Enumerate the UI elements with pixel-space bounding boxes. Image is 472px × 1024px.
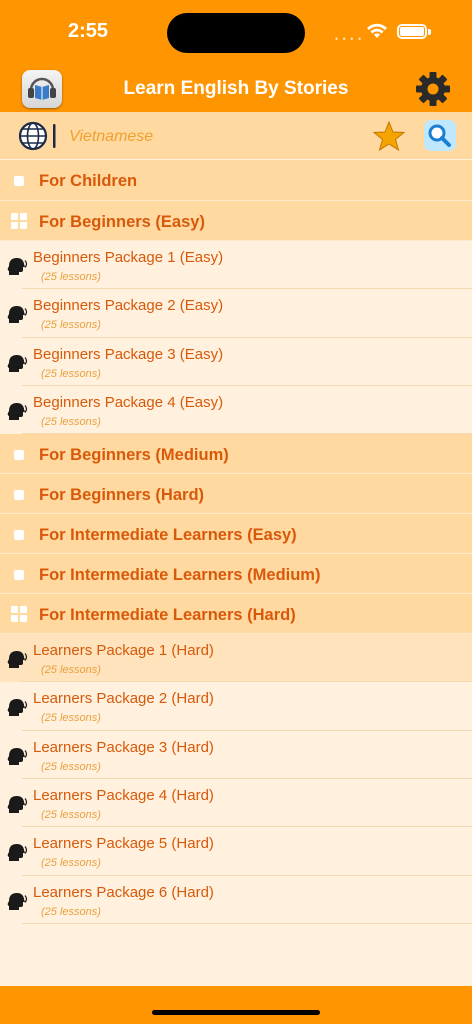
section-title: For Intermediate Learners (Hard) xyxy=(39,606,296,625)
collapsed-square-icon xyxy=(14,450,24,461)
section-header[interactable]: For Beginners (Easy) xyxy=(0,201,472,241)
collapsed-square-icon xyxy=(14,490,24,501)
lesson-count: (25 lessons) xyxy=(41,271,101,283)
head-speaking-icon xyxy=(6,353,28,378)
head-speaking-icon xyxy=(6,842,28,867)
lesson-count: (25 lessons) xyxy=(41,857,101,870)
lesson-count: (25 lessons) xyxy=(41,367,101,380)
lesson-count: (25 lessons) xyxy=(41,760,101,773)
list-item[interactable]: Learners Package 6 (Hard) (25 lessons) xyxy=(0,875,472,925)
expanded-grid-icon xyxy=(11,213,27,229)
search-button[interactable] xyxy=(424,120,456,151)
head-speaking-icon xyxy=(6,697,28,722)
section-header[interactable]: For Intermediate Learners (Hard) xyxy=(0,594,472,635)
lesson-count: (25 lessons) xyxy=(41,712,101,725)
language-selector[interactable]: Vietnamese xyxy=(69,128,153,146)
head-speaking-icon xyxy=(6,794,28,819)
lesson-count: (25 lessons) xyxy=(41,415,101,428)
list-item[interactable]: Learners Package 2 (Hard) (25 lessons) xyxy=(0,682,472,732)
list-item[interactable]: Beginners Package 2 (Easy) (25 lessons) xyxy=(0,289,472,338)
home-indicator xyxy=(152,1010,320,1015)
collapsed-square-icon xyxy=(14,530,24,541)
search-icon xyxy=(428,124,451,147)
collapsed-square-icon xyxy=(14,176,24,186)
section-header[interactable]: For Intermediate Learners (Medium) xyxy=(0,554,472,595)
package-list: For Children For Beginners (Easy) Beginne… xyxy=(0,160,472,925)
dynamic-island xyxy=(167,13,305,53)
head-speaking-icon xyxy=(6,256,28,281)
nav-bar: Learn English By Stories xyxy=(0,62,472,112)
wifi-icon xyxy=(367,23,387,38)
lesson-count: (25 lessons) xyxy=(41,319,101,332)
lesson-count: (25 lessons) xyxy=(41,809,101,822)
list-item[interactable]: Learners Package 1 (Hard) (25 lessons) xyxy=(0,634,472,683)
section-title: For Children xyxy=(39,172,138,190)
signal-icon: • • • • xyxy=(335,34,363,44)
head-speaking-icon xyxy=(6,891,28,916)
section-header[interactable]: For Beginners (Medium) xyxy=(0,434,472,475)
package-title: Beginners Package 2 (Easy) xyxy=(33,297,224,315)
status-time: 2:55 xyxy=(68,20,109,42)
list-item[interactable]: Learners Package 4 (Hard) (25 lessons) xyxy=(0,779,472,828)
section-header[interactable]: For Intermediate Learners (Easy) xyxy=(0,514,472,555)
section-title: For Beginners (Hard) xyxy=(39,486,205,505)
section-title: For Beginners (Medium) xyxy=(39,446,229,465)
package-title: Learners Package 6 (Hard) xyxy=(33,883,214,901)
head-speaking-icon xyxy=(6,746,28,771)
section-title: For Intermediate Learners (Easy) xyxy=(39,526,297,545)
language-bar[interactable]: Vietnamese xyxy=(0,112,472,160)
package-title: Beginners Package 4 (Easy) xyxy=(33,393,224,411)
star-icon[interactable] xyxy=(372,120,406,152)
list-item[interactable]: Learners Package 5 (Hard) (25 lessons) xyxy=(0,827,472,876)
section-title: For Intermediate Learners (Medium) xyxy=(39,566,321,585)
battery-icon xyxy=(397,24,427,39)
page-title: Learn English By Stories xyxy=(123,78,349,99)
package-title: Learners Package 2 (Hard) xyxy=(33,690,214,708)
collapsed-square-icon xyxy=(14,570,24,581)
gear-icon[interactable] xyxy=(414,70,452,108)
package-title: Learners Package 1 (Hard) xyxy=(33,642,214,660)
list-item[interactable]: Beginners Package 4 (Easy) (25 lessons) xyxy=(0,385,472,435)
expanded-grid-icon xyxy=(11,606,27,623)
package-title: Beginners Package 1 (Easy) xyxy=(33,249,224,266)
package-title: Learners Package 3 (Hard) xyxy=(33,738,214,756)
bottom-bar xyxy=(0,986,472,1024)
package-title: Learners Package 5 (Hard) xyxy=(33,835,214,853)
status-bar: 2:55 • • • • xyxy=(0,0,472,62)
list-item[interactable]: Beginners Package 1 (Easy) (25 lessons) xyxy=(0,241,472,290)
list-item[interactable]: Learners Package 3 (Hard) (25 lessons) xyxy=(0,730,472,780)
lesson-count: (25 lessons) xyxy=(41,664,101,677)
section-title: For Beginners (Easy) xyxy=(39,213,205,231)
section-header[interactable]: For Beginners (Hard) xyxy=(0,474,472,515)
package-title: Learners Package 4 (Hard) xyxy=(33,787,214,805)
lesson-count: (25 lessons) xyxy=(41,905,101,918)
list-item[interactable]: Beginners Package 3 (Easy) (25 lessons) xyxy=(0,337,472,387)
package-title: Beginners Package 3 (Easy) xyxy=(33,345,224,363)
globe-icon[interactable] xyxy=(18,120,58,152)
section-header[interactable]: For Children xyxy=(0,160,472,201)
head-speaking-icon xyxy=(6,304,28,329)
head-speaking-icon xyxy=(6,401,28,426)
head-speaking-icon xyxy=(6,649,28,674)
